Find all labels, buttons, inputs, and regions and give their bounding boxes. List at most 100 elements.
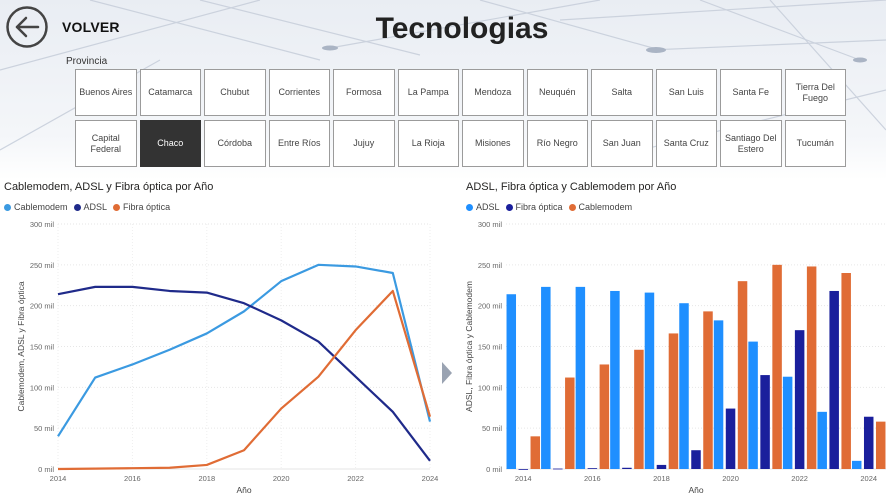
bar-adsl[interactable] (644, 292, 655, 469)
y-tick-label: 200 mil (478, 302, 503, 311)
y-axis-label: ADSL, Fibra óptica y Cablemodem (464, 281, 474, 412)
legend-item[interactable]: ADSL (466, 202, 500, 212)
province-chip[interactable]: Santiago Del Estero (720, 120, 782, 167)
province-chip[interactable]: San Juan (591, 120, 653, 167)
province-chip[interactable]: Corrientes (268, 69, 330, 116)
bar-chart-legend: ADSL Fibra óptica Cablemodem (466, 202, 632, 212)
bar-cablemodem[interactable] (875, 421, 886, 469)
legend-item[interactable]: ADSL (73, 202, 107, 212)
province-chip[interactable]: San Luis (655, 69, 717, 116)
bar-cablemodem[interactable] (772, 264, 782, 469)
bar-adsl[interactable] (575, 286, 586, 469)
x-tick-label: 2024 (422, 474, 439, 483)
line-chart-title: Cablemodem, ADSL y Fibra óptica por Año (4, 181, 214, 193)
province-chip[interactable]: Entre Ríos (268, 120, 330, 167)
bar-fibra-óptica[interactable] (691, 450, 701, 469)
bar-fibra-óptica[interactable] (863, 416, 874, 469)
y-tick-label: 250 mil (30, 261, 55, 270)
y-tick-label: 0 mil (486, 465, 502, 474)
y-tick-label: 150 mil (30, 343, 55, 352)
province-chip[interactable]: Formosa (333, 69, 395, 116)
bar-chart-title: ADSL, Fibra óptica y Cablemodem por Año (466, 181, 677, 193)
bar-cablemodem[interactable] (634, 349, 644, 469)
bar-fibra-óptica[interactable] (553, 468, 563, 470)
province-chip[interactable]: Salta (591, 69, 653, 116)
legend-label: Cablemodem (578, 202, 633, 212)
bar-cablemodem[interactable] (565, 377, 575, 469)
x-tick-label: 2016 (584, 474, 601, 483)
legend-dot-icon (113, 203, 121, 211)
x-tick-label: 2014 (50, 474, 67, 483)
province-chip[interactable]: Mendoza (462, 69, 524, 116)
y-tick-label: 250 mil (478, 261, 503, 270)
x-axis-label: Año (236, 485, 251, 495)
slicer-label: Provincia (66, 56, 108, 67)
bar-cablemodem[interactable] (599, 364, 610, 469)
bar-fibra-óptica[interactable] (829, 290, 839, 469)
scroll-handle-icon[interactable] (442, 362, 452, 384)
y-axis-label: Cablemodem, ADSL y Fibra óptica (16, 281, 26, 411)
legend-label: Fibra óptica (123, 202, 171, 212)
province-chip[interactable]: Tucumán (784, 120, 846, 167)
bar-cablemodem[interactable] (737, 281, 748, 469)
province-chip[interactable]: Catamarca (139, 69, 201, 116)
x-tick-label: 2018 (198, 474, 215, 483)
series-line-cablemodem[interactable] (57, 263, 432, 437)
province-chip[interactable]: Jujuy (333, 120, 395, 167)
line-chart: 0 mil 50 mil 100 mil 150 mil 200 mil 250 mil 3… (16, 220, 439, 495)
bar-fibra-óptica[interactable] (518, 469, 529, 470)
series-line-adsl[interactable] (57, 285, 431, 462)
province-chip[interactable]: Córdoba (204, 120, 266, 167)
series-line-fibra-óptica[interactable] (57, 289, 432, 471)
province-chip[interactable]: Buenos Aires (75, 69, 137, 116)
legend-dot-icon (4, 203, 11, 211)
bar-fibra-óptica[interactable] (656, 464, 667, 469)
bar-cablemodem[interactable] (668, 333, 679, 469)
province-chip[interactable]: Chubut (204, 69, 266, 116)
legend-item[interactable]: Cablemodem (568, 202, 633, 212)
bar-fibra-óptica[interactable] (794, 330, 805, 469)
province-chip[interactable]: Santa Cruz (655, 120, 717, 167)
bar-adsl[interactable] (610, 290, 620, 469)
province-chip[interactable]: La Rioja (397, 120, 459, 167)
bar-fibra-óptica[interactable] (622, 467, 632, 469)
bar-adsl[interactable] (713, 320, 724, 469)
bar-cablemodem[interactable] (530, 436, 541, 469)
legend-item[interactable]: Cablemodem (4, 202, 68, 212)
legend-dot-icon (568, 203, 576, 211)
x-tick-label: 2022 (347, 474, 364, 483)
bar-fibra-óptica[interactable] (587, 468, 598, 469)
bar-adsl[interactable] (817, 411, 827, 469)
x-tick-label: 2024 (860, 474, 877, 483)
bar-adsl[interactable] (541, 286, 551, 469)
bar-fibra-óptica[interactable] (725, 408, 736, 469)
province-chip[interactable]: Chaco (139, 120, 201, 167)
province-chip[interactable]: Santa Fe (720, 69, 782, 116)
province-chip[interactable]: Neuquén (526, 69, 588, 116)
province-chip[interactable]: Misiones (462, 120, 524, 167)
legend-item[interactable]: Fibra óptica (113, 202, 170, 212)
bar-adsl[interactable] (748, 341, 758, 469)
legend-label: Fibra óptica (515, 202, 563, 212)
y-tick-label: 300 mil (478, 220, 503, 229)
legend-label: Cablemodem (14, 202, 68, 212)
bar-cablemodem[interactable] (703, 311, 713, 469)
province-chip[interactable]: Río Negro (526, 120, 588, 167)
bar-cablemodem[interactable] (806, 266, 817, 469)
bar-adsl[interactable] (782, 376, 793, 469)
bar-fibra-óptica[interactable] (760, 375, 770, 469)
bar-adsl[interactable] (679, 303, 689, 469)
bar-adsl[interactable] (851, 460, 862, 469)
page-title: Tecnologias (375, 12, 549, 45)
bar-cablemodem[interactable] (841, 273, 851, 469)
y-tick-label: 50 mil (482, 424, 502, 433)
x-tick-label: 2016 (124, 474, 141, 483)
province-chip[interactable]: Tierra Del Fuego (784, 69, 846, 116)
province-chip[interactable]: La Pampa (397, 69, 459, 116)
legend-item[interactable]: Fibra óptica (505, 202, 563, 212)
x-axis-label: Año (688, 485, 703, 495)
y-tick-label: 100 mil (478, 383, 503, 392)
province-chip[interactable]: Capital Federal (75, 120, 137, 167)
bar-adsl[interactable] (506, 294, 517, 469)
y-tick-label: 100 mil (30, 383, 55, 392)
